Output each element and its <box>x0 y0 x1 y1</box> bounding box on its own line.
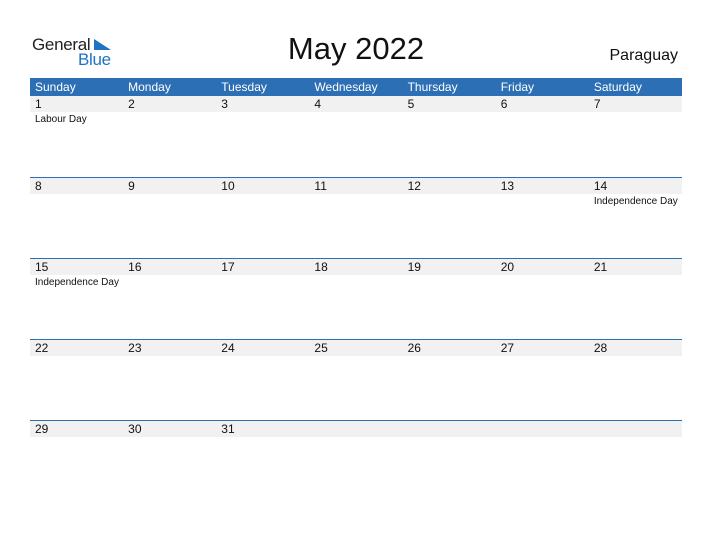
week-row: 22 23 24 25 26 27 28 <box>30 339 682 420</box>
holiday-label <box>216 356 309 357</box>
event-strip: Independence Day <box>30 194 682 208</box>
day-number: 24 <box>221 341 235 355</box>
day-number: 18 <box>314 260 328 274</box>
day-number: 21 <box>593 260 608 274</box>
holiday-label <box>123 194 216 208</box>
day-number: 25 <box>314 341 328 355</box>
weekday-monday: Monday <box>128 80 171 94</box>
day-number: 23 <box>128 341 142 355</box>
day-number-strip: 22 23 24 25 26 27 28 <box>30 340 682 356</box>
holiday-label <box>123 275 216 289</box>
holiday-label: Labour Day <box>35 114 87 125</box>
holiday-label <box>403 356 496 357</box>
holiday-label <box>589 275 682 289</box>
event-strip: Independence Day <box>30 275 682 289</box>
day-number: 9 <box>128 179 135 193</box>
day-number: 30 <box>128 422 142 436</box>
day-number <box>403 421 496 437</box>
holiday-label <box>589 112 682 126</box>
weekday-wednesday: Wednesday <box>314 80 378 94</box>
holiday-label <box>496 194 589 208</box>
holiday-label <box>309 356 402 357</box>
holiday-label <box>496 437 589 438</box>
weekday-header: Sunday Monday Tuesday Wednesday Thursday… <box>30 78 682 96</box>
day-number: 10 <box>221 179 235 193</box>
day-number: 19 <box>407 260 421 274</box>
day-number: 26 <box>407 341 421 355</box>
week-row: 29 30 31 <box>30 420 682 501</box>
day-number <box>496 421 589 437</box>
week-row: 15 16 17 18 19 20 21 Independence Day <box>30 258 682 339</box>
holiday-label <box>403 194 496 208</box>
day-number: 4 <box>314 97 322 111</box>
day-number: 17 <box>221 260 235 274</box>
page-title: May 2022 <box>287 31 425 66</box>
weekday-friday: Friday <box>500 80 535 94</box>
calendar-grid: Sunday Monday Tuesday Wednesday Thursday… <box>30 78 682 501</box>
holiday-label <box>123 356 216 357</box>
holiday-label <box>30 356 123 357</box>
holiday-label <box>123 437 216 438</box>
day-number: 3 <box>221 97 228 111</box>
weekday-thursday: Thursday <box>407 80 458 94</box>
day-number <box>309 421 402 437</box>
holiday-label <box>589 356 682 357</box>
weekday-tuesday: Tuesday <box>221 80 267 94</box>
week-row: 8 9 10 11 12 13 14 Independence Day <box>30 177 682 258</box>
week-row: 1 2 3 4 5 6 7 Labour Day <box>30 96 682 177</box>
day-number: 28 <box>593 341 608 355</box>
holiday-label <box>216 112 309 126</box>
holiday-label <box>309 437 402 438</box>
day-number: 8 <box>35 179 42 193</box>
day-number: 13 <box>500 179 515 193</box>
holiday-label <box>30 437 123 438</box>
holiday-label <box>589 437 682 438</box>
holiday-label <box>216 194 309 208</box>
day-number-strip: 1 2 3 4 5 6 7 <box>30 96 682 112</box>
holiday-label <box>309 275 402 289</box>
day-number: 7 <box>593 97 601 111</box>
day-number: 5 <box>407 97 415 111</box>
day-number-strip: 8 9 10 11 12 13 14 <box>30 178 682 194</box>
holiday-label <box>309 112 402 126</box>
weekday-sunday: Sunday <box>35 80 76 94</box>
holiday-label <box>216 275 309 289</box>
holiday-label <box>403 437 496 438</box>
holiday-label <box>403 275 496 289</box>
day-number: 16 <box>128 260 142 274</box>
holiday-label <box>309 194 402 208</box>
holiday-label <box>123 112 216 126</box>
holiday-label <box>496 356 589 357</box>
day-number-strip: 15 16 17 18 19 20 21 <box>30 259 682 275</box>
day-number: 29 <box>35 422 49 436</box>
event-strip: Labour Day <box>30 112 682 126</box>
day-number: 12 <box>407 179 421 193</box>
holiday-label <box>403 112 496 126</box>
holiday-label: Independence Day <box>35 277 119 288</box>
event-strip <box>30 356 682 357</box>
day-number: 20 <box>500 260 515 274</box>
day-number <box>589 421 682 437</box>
holiday-label <box>216 437 309 438</box>
country-label: Paraguay <box>609 47 679 64</box>
day-number: 14 <box>593 179 608 193</box>
day-number: 27 <box>500 341 515 355</box>
weekday-saturday: Saturday <box>593 80 642 94</box>
holiday-label <box>496 112 589 126</box>
day-number: 2 <box>128 97 135 111</box>
holiday-label: Independence Day <box>593 196 678 207</box>
day-number-strip: 29 30 31 <box>30 421 682 437</box>
holiday-label <box>496 275 589 289</box>
day-number: 11 <box>314 179 327 193</box>
day-number: 1 <box>35 97 42 111</box>
day-number: 15 <box>35 260 49 274</box>
day-number: 22 <box>35 341 49 355</box>
event-strip <box>30 437 682 438</box>
holiday-label <box>30 194 123 208</box>
day-number: 6 <box>500 97 508 111</box>
day-number: 31 <box>221 422 235 436</box>
